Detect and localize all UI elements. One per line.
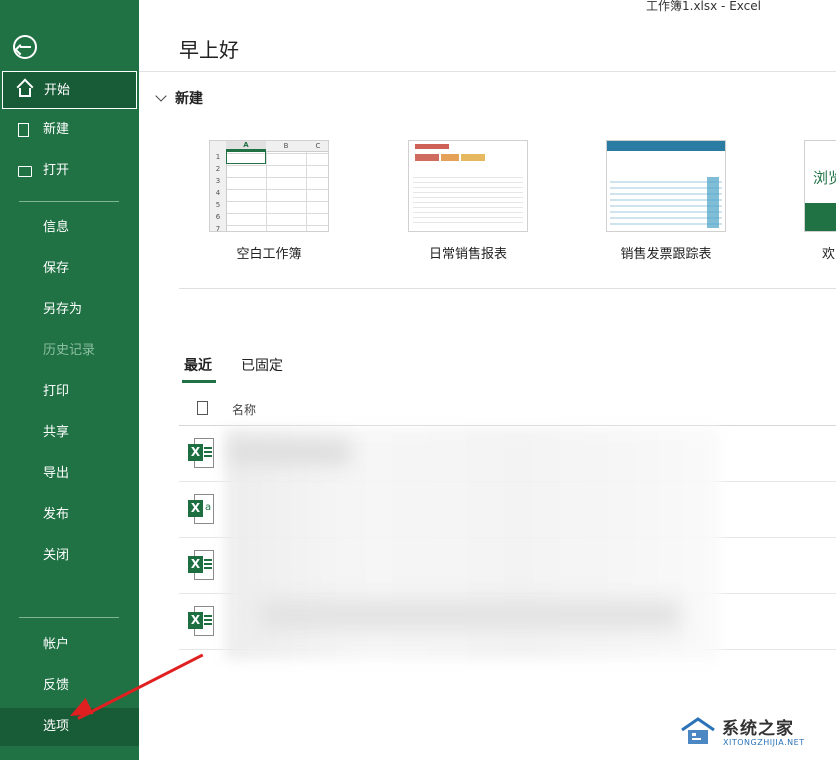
new-section-toggle[interactable]: 新建	[155, 88, 203, 108]
chevron-down-icon	[155, 90, 167, 102]
sidebar-item-info[interactable]: 信息	[0, 209, 139, 247]
selected-cell	[226, 151, 266, 164]
new-section-label: 新建	[175, 91, 203, 107]
back-arrow-icon[interactable]	[13, 35, 37, 59]
template-daily-sales-report[interactable]: 日常销售报表	[408, 140, 528, 262]
excel-file-icon: X	[188, 438, 214, 468]
sidebar-item-publish[interactable]: 发布	[0, 496, 139, 534]
house-logo-icon	[681, 717, 715, 744]
window-title: 工作簿1.xlsx - Excel	[646, 0, 761, 13]
sidebar-item-export[interactable]: 导出	[0, 455, 139, 493]
template-name: 销售发票跟踪表	[620, 247, 712, 262]
sidebar-item-save-as[interactable]: 另存为	[0, 291, 139, 329]
sidebar-divider	[19, 201, 119, 202]
excel-template-file-icon: aX	[188, 494, 214, 524]
template-thumbnail: A B C 1 2 3 4 5 6 7	[209, 140, 329, 232]
template-thumbnail-text: 浏览	[813, 169, 836, 187]
active-tab-indicator	[182, 380, 216, 383]
template-thumbnail	[606, 140, 726, 232]
folder-open-icon	[18, 166, 32, 177]
new-file-icon	[18, 123, 29, 137]
greeting-title: 早上好	[179, 38, 239, 62]
sidebar-item-account[interactable]: 帐户	[0, 626, 139, 664]
sidebar-item-open[interactable]: 打开	[0, 152, 139, 190]
template-blank-workbook[interactable]: A B C 1 2 3 4 5 6 7 空白工作簿	[209, 140, 329, 262]
sidebar-item-history: 历史记录	[43, 343, 96, 358]
template-name: 欢	[822, 247, 836, 262]
column-header-name[interactable]: 名称	[232, 401, 256, 418]
home-icon	[19, 88, 31, 97]
template-thumbnail	[408, 140, 528, 232]
excel-file-icon: X	[188, 606, 214, 636]
excel-file-icon: X	[188, 550, 214, 580]
backstage-sidebar: 开始 新建 打开 信息 保存 另存为 历史记录 打印 共享 导出 发布 关闭 帐…	[0, 0, 139, 760]
template-name: 日常销售报表	[428, 247, 507, 262]
sidebar-item-save[interactable]: 保存	[0, 250, 139, 288]
template-sales-invoice-tracker[interactable]: 销售发票跟踪表	[606, 140, 726, 262]
tab-recent[interactable]: 最近	[184, 355, 212, 375]
file-type-icon	[197, 401, 208, 415]
template-welcome-tour[interactable]: 浏览	[804, 140, 836, 232]
watermark-text: 系统之家	[722, 719, 794, 739]
tab-pinned[interactable]: 已固定	[241, 355, 283, 375]
watermark-url: XITONGZHIJIA.NET	[723, 738, 805, 747]
sidebar-item-home[interactable]: 开始	[2, 71, 137, 109]
watermark-logo: 系统之家 XITONGZHIJIA.NET	[676, 708, 832, 756]
sidebar-item-print[interactable]: 打印	[0, 373, 139, 411]
sidebar-item-share[interactable]: 共享	[0, 414, 139, 452]
header-divider	[139, 71, 836, 72]
sidebar-item-close[interactable]: 关闭	[0, 537, 139, 575]
section-divider	[179, 288, 836, 289]
sidebar-item-new[interactable]: 新建	[0, 111, 139, 149]
template-name: 空白工作簿	[236, 247, 302, 262]
sidebar-divider	[19, 617, 119, 618]
